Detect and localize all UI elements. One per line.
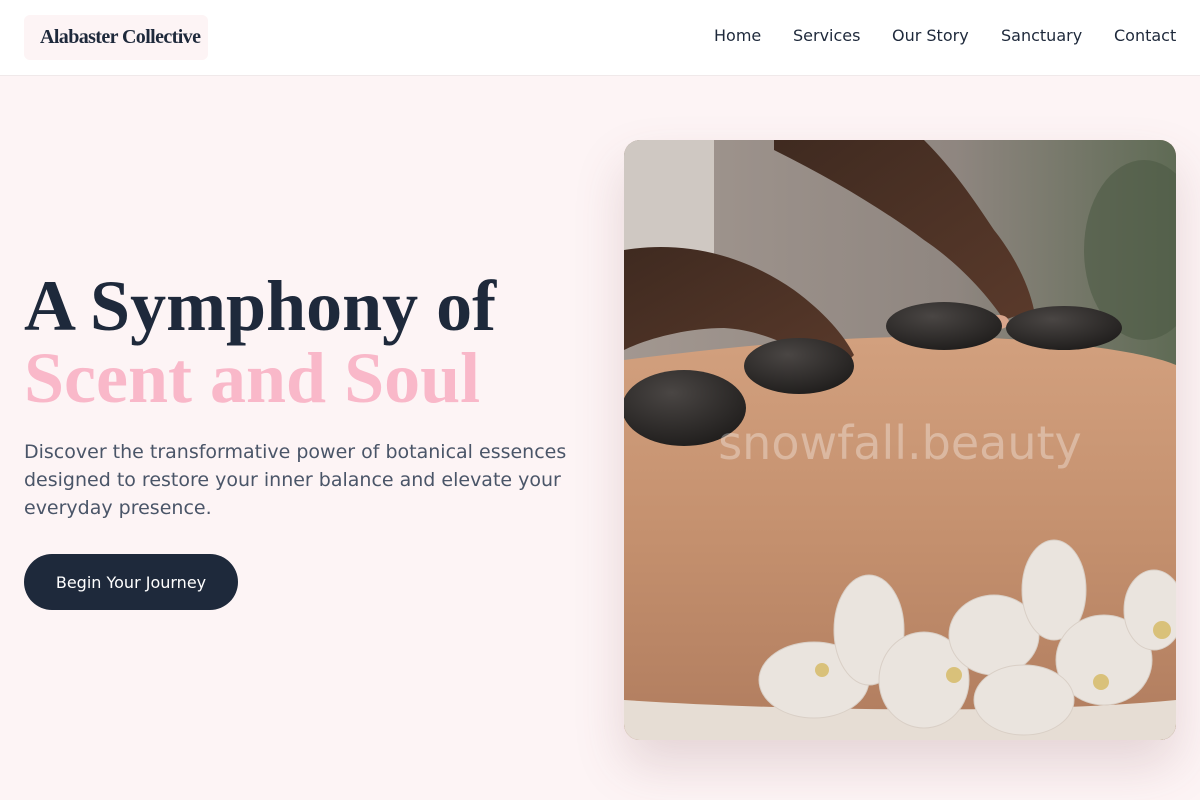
brand-logo: Alabaster Collective [40, 26, 201, 48]
nav-our-story-link[interactable]: Our Story [892, 26, 969, 45]
nav-services-link[interactable]: Services [793, 26, 860, 45]
nav-sanctuary-link[interactable]: Sanctuary [1001, 26, 1082, 45]
begin-journey-button[interactable]: Begin Your Journey [24, 554, 238, 610]
hero-image: snowfall.beauty [624, 140, 1176, 740]
hero-subtitle: Discover the transformative power of bot… [24, 441, 567, 519]
logo-link[interactable]: Alabaster Collective [24, 15, 208, 60]
nav-home-link[interactable]: Home [714, 26, 761, 45]
site-header: Alabaster Collective Home Services Our S… [0, 0, 1200, 76]
massage-photo-illustration [624, 140, 1176, 740]
hero-headline-line2: Scent and Soul [24, 338, 481, 418]
nav-contact-link[interactable]: Contact [1114, 26, 1176, 45]
hero-headline-line1: A Symphony of [24, 266, 497, 346]
